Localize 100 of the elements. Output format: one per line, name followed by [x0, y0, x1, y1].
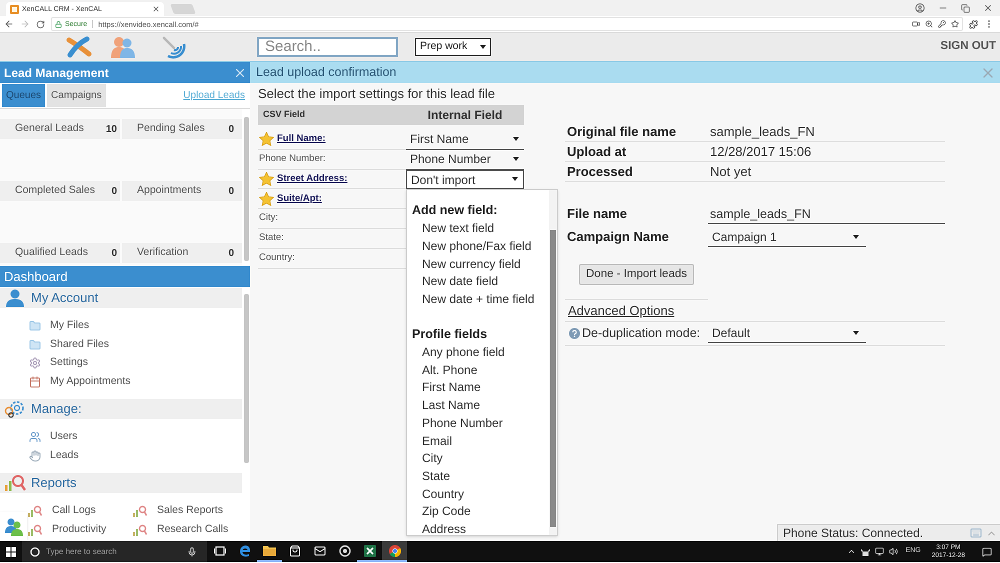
profile-icon[interactable]: [915, 3, 925, 13]
microphone-icon[interactable]: [187, 546, 197, 556]
queue-name: Completed Sales: [15, 183, 95, 198]
browser-logo-icon: [388, 544, 400, 556]
network-icon[interactable]: [874, 547, 884, 556]
menu-item[interactable]: My Appointments: [28, 372, 242, 391]
dropdown-option[interactable]: Zip Code: [412, 503, 549, 522]
queue-count: 0: [228, 122, 234, 136]
tab[interactable]: Campaigns: [47, 84, 106, 107]
csv-field-label: State:: [259, 231, 284, 246]
scrollbar-thumb[interactable]: [244, 117, 248, 261]
panel-title: Lead Management: [4, 64, 109, 82]
dropdown-option[interactable]: New text field: [412, 220, 549, 238]
queue-count: 0: [111, 246, 117, 260]
file-name-field[interactable]: sample_leads_FN: [708, 204, 945, 224]
help-icon[interactable]: [569, 328, 580, 339]
dropdown-option[interactable]: Country: [412, 486, 549, 504]
calendar-icon: [29, 376, 41, 388]
menu-item[interactable]: Shared Files: [28, 336, 242, 354]
instruction-text: Select the import settings for this lead file: [258, 85, 496, 103]
dropdown-option[interactable]: First Name: [412, 379, 549, 398]
section-header[interactable]: Reports: [0, 473, 242, 493]
dropdown-option[interactable]: New date + time field: [412, 290, 549, 309]
chart-magnifier-icon: [4, 474, 26, 492]
queue-item[interactable]: Completed Sales 0: [0, 181, 120, 201]
menu-item[interactable]: Call Logs: [28, 502, 133, 520]
phone-status-text: Phone Status: Connected.: [783, 525, 924, 542]
csv-field-link[interactable]: Street Address:: [277, 172, 348, 186]
ring-icon: [338, 544, 350, 556]
queue-item[interactable]: Appointments 0: [122, 181, 242, 201]
menu-item[interactable]: Leads: [28, 446, 242, 465]
users-icon: [29, 431, 41, 444]
dropdown-option[interactable]: Last Name: [412, 397, 549, 415]
csv-field-link[interactable]: Full Name:: [277, 132, 326, 147]
dropdown-option[interactable]: New date field: [412, 273, 549, 291]
restore-icon[interactable]: [961, 4, 970, 12]
dropdown-option[interactable]: New currency field: [412, 256, 549, 274]
menu-item[interactable]: Users: [28, 428, 242, 446]
dropdown-option[interactable]: Any phone field: [412, 344, 549, 362]
reload-icon[interactable]: [36, 20, 45, 28]
panel-title: Lead upload confirmation: [256, 64, 396, 82]
extension-icon[interactable]: [969, 20, 978, 28]
queue-count: 0: [228, 246, 234, 260]
taskbar-search-field[interactable]: Type here to search: [22, 541, 207, 562]
back-icon[interactable]: [4, 19, 14, 29]
taskbar-button[interactable]: [382, 541, 407, 562]
dropdown-option[interactable]: New phone/Fax field: [412, 238, 549, 256]
internal-field-select[interactable]: First Name: [406, 130, 524, 150]
detail-value: sample_leads_FN: [709, 122, 815, 141]
zoom-icon[interactable]: [925, 20, 933, 28]
field-label: Campaign Name: [566, 228, 670, 246]
dropdown-option[interactable]: State: [412, 468, 549, 486]
section-header[interactable]: Manage:: [0, 399, 242, 419]
menu-item[interactable]: Productivity: [28, 520, 133, 539]
scrollbar-thumb[interactable]: [244, 294, 248, 463]
dedup-select[interactable]: Default: [708, 324, 866, 343]
sign-out-button[interactable]: SIGN OUT: [940, 38, 996, 56]
panel-title: Dashboard: [4, 268, 68, 286]
scrollbar-thumb[interactable]: [550, 230, 556, 528]
queue-name: General Leads: [15, 121, 84, 136]
menu-item[interactable]: Research Calls: [133, 520, 242, 539]
volume-icon[interactable]: [888, 547, 898, 556]
field-label: De-duplication mode:: [582, 325, 700, 342]
menu-item[interactable]: Sales Reports: [133, 502, 242, 520]
caret-icon: [853, 331, 859, 335]
queue-name: Qualified Leads: [15, 245, 88, 260]
dropdown-option[interactable]: City: [412, 450, 549, 468]
csv-field-link[interactable]: Suite/Apt:: [277, 192, 322, 206]
chevron-up-icon[interactable]: [846, 547, 856, 556]
dish-logo-icon[interactable]: [160, 35, 186, 59]
chart-magnifier-icon: [133, 505, 147, 518]
menu-item-label: Call Logs: [52, 503, 96, 518]
notification-icon[interactable]: [982, 546, 992, 556]
menu-item[interactable]: My Files: [28, 317, 242, 336]
queue-item[interactable]: General Leads 10: [0, 119, 120, 139]
queue-count: 0: [228, 184, 234, 198]
close-icon[interactable]: [983, 3, 993, 13]
menu-item-label: Shared Files: [50, 336, 109, 352]
dropdown-option[interactable]: Phone Number: [412, 414, 549, 433]
search-field[interactable]: Search..: [257, 37, 398, 57]
queue-item[interactable]: Pending Sales 0: [122, 119, 242, 139]
dropdown-option[interactable]: Address: [412, 521, 549, 539]
menu-item[interactable]: Settings: [28, 354, 242, 372]
section-header[interactable]: My Account: [0, 288, 242, 308]
camera-icon[interactable]: [912, 20, 920, 28]
dropdown-option[interactable]: Email: [412, 432, 549, 450]
status-select[interactable]: Prep work: [415, 38, 491, 56]
crossed-logo-icon[interactable]: [65, 36, 93, 58]
key-icon[interactable]: [938, 20, 946, 28]
open-box-icon[interactable]: [860, 548, 870, 556]
caret-icon: [513, 137, 519, 142]
queue-item[interactable]: Verification 0: [122, 243, 242, 263]
advanced-options-link[interactable]: Advanced Options: [565, 300, 674, 320]
campaign-select[interactable]: Campaign 1: [708, 227, 866, 247]
internal-field-select[interactable]: Don't import: [406, 170, 524, 190]
bookmark-star-icon[interactable]: [951, 20, 959, 28]
import-button[interactable]: Done - Import leads: [579, 264, 694, 285]
close-tab-icon[interactable]: [152, 5, 160, 13]
dropdown-option[interactable]: Alt. Phone: [412, 362, 549, 380]
queue-item[interactable]: Qualified Leads 0: [0, 243, 120, 263]
